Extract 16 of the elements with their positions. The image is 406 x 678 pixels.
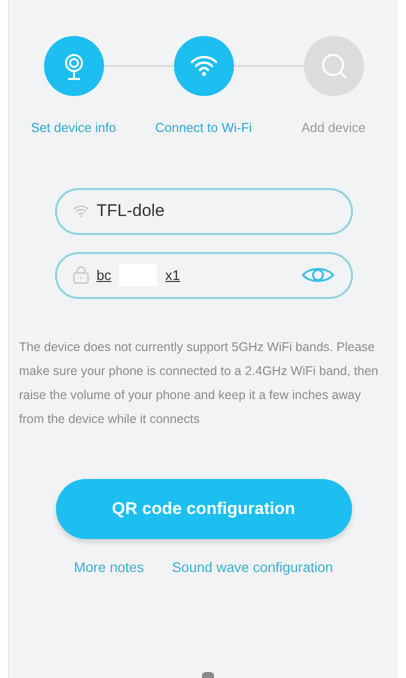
password-text: bc [96,266,112,284]
qr-code-configuration-button[interactable]: QR code configuration [56,478,352,538]
wifi-name-text: TFL-dole [96,200,165,222]
password-field[interactable]: bc x1 [54,252,352,298]
text-link[interactable]: Sound wave configuration [172,556,334,578]
text-link[interactable]: More notes [74,556,144,578]
step-label: Add device [301,119,366,137]
password-text: x1 [165,266,180,284]
eye-icon[interactable] [300,265,334,285]
wifi-icon [72,205,88,217]
wifi-name-field[interactable]: TFL-dole [54,188,352,234]
scroll-handle [202,672,214,678]
lock-icon [72,266,88,284]
notice-text: The device does not currently support 5GHz WiFi bands. Please make sure your phone is connected to a 2.4GHz WiFi band, then raise the volume of your phone and keep it a few inches away from the device while it connects [18,338,380,428]
step-label: Connect to Wi-Fi [155,119,252,137]
step-label: Set device info [30,119,116,137]
